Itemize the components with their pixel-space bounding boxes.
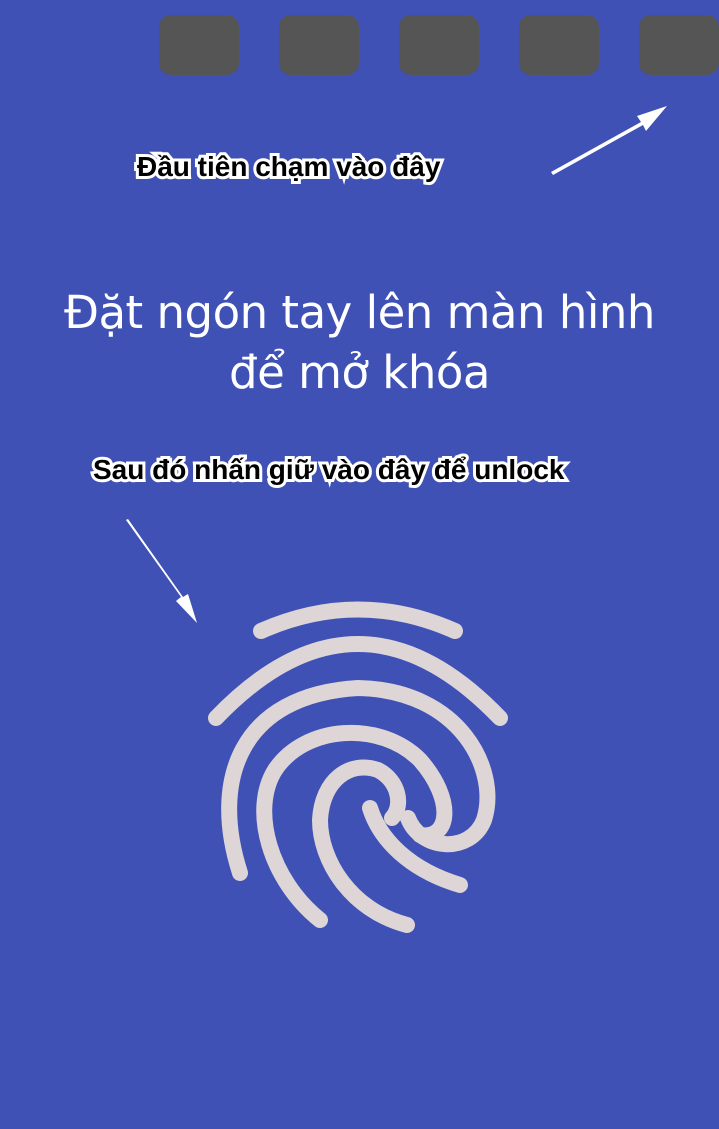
arrow-icon — [126, 519, 197, 623]
fingerprint-sensor[interactable] — [200, 595, 520, 945]
hint-first-touch: Đầu tiên chạm vào đây — [134, 148, 443, 185]
prompt-line-1: Đặt ngón tay lên màn hình — [64, 286, 655, 339]
unlock-prompt: Đặt ngón tay lên màn hình để mở khóa — [0, 283, 719, 403]
fingerprint-icon — [208, 601, 508, 933]
prompt-line-2: để mở khóa — [229, 346, 490, 399]
hint-press-hold: Sau đó nhấn giữ vào đây để unlock — [90, 451, 567, 488]
